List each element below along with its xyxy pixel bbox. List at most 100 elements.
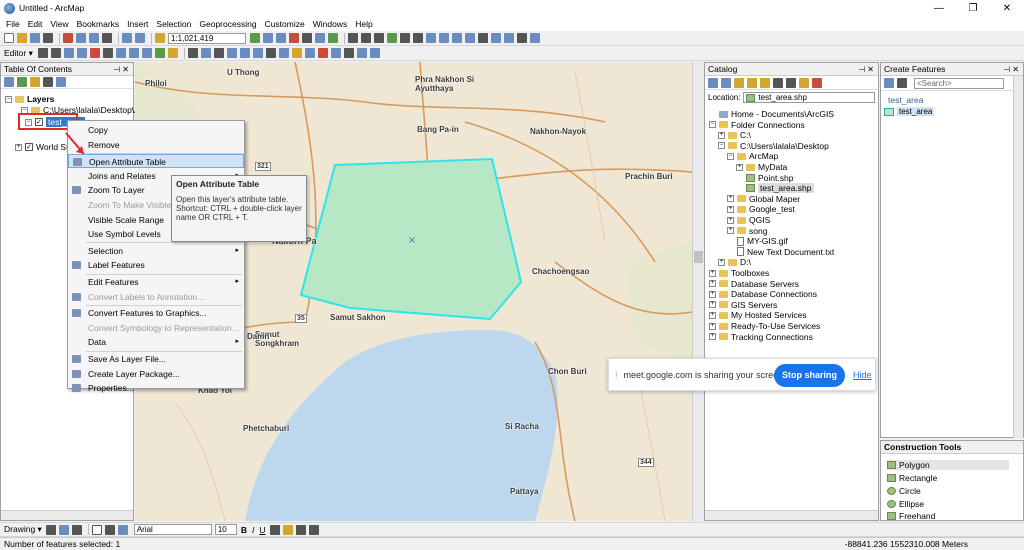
list-by-source-icon[interactable] <box>17 77 27 87</box>
zoom-to-selected-icon[interactable] <box>71 524 82 535</box>
close-button[interactable]: ✕ <box>990 0 1024 16</box>
collapse-icon[interactable]: − <box>718 142 725 150</box>
catalog-item[interactable]: + MyData <box>736 162 787 172</box>
font-color-icon[interactable] <box>270 524 281 535</box>
paste-icon[interactable] <box>89 33 99 43</box>
filter-icon[interactable] <box>897 78 907 88</box>
hide-link[interactable]: Hide <box>853 370 872 380</box>
bold-button[interactable]: B <box>241 525 247 535</box>
back-icon[interactable] <box>708 77 718 88</box>
catalog-horizontal-scrollbar[interactable] <box>705 510 878 520</box>
location-input[interactable]: test_area.shp <box>743 92 875 103</box>
search-window-icon[interactable] <box>289 33 299 43</box>
context-menu-item[interactable]: Selection ▸ <box>68 244 244 258</box>
expand-icon[interactable]: + <box>718 131 725 139</box>
catalog-item[interactable]: + Database Connections <box>709 289 817 299</box>
globe-icon[interactable] <box>304 48 315 58</box>
context-menu-item[interactable]: Edit Features ▸ <box>68 275 244 289</box>
fit-to-display-icon[interactable] <box>226 48 237 58</box>
italic-button[interactable]: I <box>252 525 254 535</box>
expand-icon[interactable]: + <box>709 333 716 341</box>
font-size-select[interactable]: 10 <box>214 524 237 535</box>
expand-icon[interactable]: + <box>709 301 716 309</box>
context-menu-item[interactable]: Data ▸ <box>68 335 244 349</box>
line-color-icon[interactable] <box>296 524 307 535</box>
table-of-contents-icon[interactable] <box>263 33 273 43</box>
editor-toolbar-icon[interactable] <box>250 33 260 43</box>
new-folder-icon[interactable] <box>799 77 809 88</box>
maximize-button[interactable]: ❐ <box>956 0 990 16</box>
arctoolbox-icon[interactable] <box>302 33 312 43</box>
catalog-item[interactable]: +Home - Documents\ArcGIS <box>709 109 834 119</box>
pin-icon[interactable]: ⊣ ✕ <box>1003 63 1019 76</box>
organize-templates-icon[interactable] <box>884 78 894 88</box>
catalog-item[interactable]: − C:\Users\lalala\Desktop <box>718 141 829 151</box>
select-elements-icon[interactable] <box>45 524 56 535</box>
text-tool-icon[interactable] <box>104 524 115 535</box>
catalog-item[interactable]: + D:\ <box>718 257 751 267</box>
stop-sharing-button[interactable]: Stop sharing <box>774 364 845 387</box>
map-vertical-scrollbar[interactable] <box>692 62 704 521</box>
context-menu-item[interactable]: Open Attribute Table <box>68 154 244 169</box>
python-window-icon[interactable] <box>315 33 325 43</box>
catalog-item[interactable]: + My Hosted Services <box>709 310 807 320</box>
measure-icon[interactable] <box>517 33 527 43</box>
tool-ellipse[interactable]: Ellipse <box>887 499 924 509</box>
toggle-contents-icon[interactable] <box>773 77 783 88</box>
expand-icon[interactable]: + <box>709 322 716 330</box>
tool-rectangle[interactable]: Rectangle <box>887 473 937 483</box>
catalog-item[interactable]: +test_area.shp <box>736 183 814 194</box>
reshape-icon[interactable] <box>89 48 100 58</box>
forward-extent-icon[interactable] <box>439 33 449 43</box>
catalog-item[interactable]: +Point.shp <box>736 173 793 183</box>
select-features-icon[interactable] <box>452 33 462 43</box>
zoom-in-icon[interactable] <box>348 33 358 43</box>
menu-insert[interactable]: Insert <box>127 19 148 29</box>
print-icon[interactable] <box>43 33 53 43</box>
tool-freehand[interactable]: Freehand <box>887 511 935 521</box>
straight-segment-icon[interactable] <box>63 48 74 58</box>
tool-polygon[interactable]: Polygon <box>887 460 1009 470</box>
expand-icon[interactable]: + <box>709 311 716 319</box>
drawing-menu[interactable]: Drawing ▾ <box>4 524 42 535</box>
rectangle-draw-icon[interactable] <box>91 524 102 535</box>
edit-tool-icon[interactable] <box>37 48 48 58</box>
go-to-xy-icon[interactable] <box>330 48 341 58</box>
delete-item-icon[interactable] <box>812 77 822 88</box>
time-slider-icon[interactable] <box>317 48 328 58</box>
expand-icon[interactable]: + <box>727 227 734 235</box>
menu-windows[interactable]: Windows <box>313 19 347 29</box>
new-document-icon[interactable] <box>4 33 14 43</box>
edit-vertices-icon[interactable] <box>117 524 128 535</box>
copy-icon[interactable] <box>76 33 86 43</box>
redo-icon[interactable] <box>135 33 145 43</box>
georeferencing-icon[interactable] <box>187 48 198 58</box>
views-icon[interactable] <box>786 77 796 88</box>
zoom-out-icon[interactable] <box>361 33 371 43</box>
catalog-item[interactable]: + Tracking Connections <box>709 332 813 342</box>
catalog-item[interactable]: + Google_test <box>727 204 795 214</box>
rotate-data-frame-icon[interactable] <box>213 48 224 58</box>
catalog-item[interactable]: + C:\ <box>718 130 751 140</box>
tool-circle[interactable]: Circle <box>887 486 921 496</box>
edit-vertices-icon[interactable] <box>76 48 87 58</box>
catalog-window-icon[interactable] <box>276 33 286 43</box>
toc-layers-row[interactable]: − Layers <box>5 94 54 104</box>
collapse-icon[interactable]: − <box>709 121 716 129</box>
menu-help[interactable]: Help <box>355 19 372 29</box>
sketch-properties-icon[interactable] <box>154 48 165 58</box>
data-view-icon[interactable] <box>278 48 289 58</box>
context-menu-item[interactable]: Save As Layer File... <box>68 352 244 366</box>
catalog-item[interactable]: +MY-GIS.gif <box>727 236 788 246</box>
toc-options-icon[interactable] <box>56 77 66 87</box>
cut-icon[interactable] <box>63 33 73 43</box>
fill-color-icon[interactable] <box>283 524 294 535</box>
list-by-selection-icon[interactable] <box>43 77 53 87</box>
attributes-icon[interactable] <box>141 48 152 58</box>
identify-icon[interactable] <box>491 33 501 43</box>
modelbuilder-icon[interactable] <box>328 33 338 43</box>
catalog-item[interactable]: + QGIS <box>727 215 770 225</box>
back-extent-icon[interactable] <box>426 33 436 43</box>
undo-icon[interactable] <box>122 33 132 43</box>
catalog-item[interactable]: + Global Maper <box>727 194 800 204</box>
